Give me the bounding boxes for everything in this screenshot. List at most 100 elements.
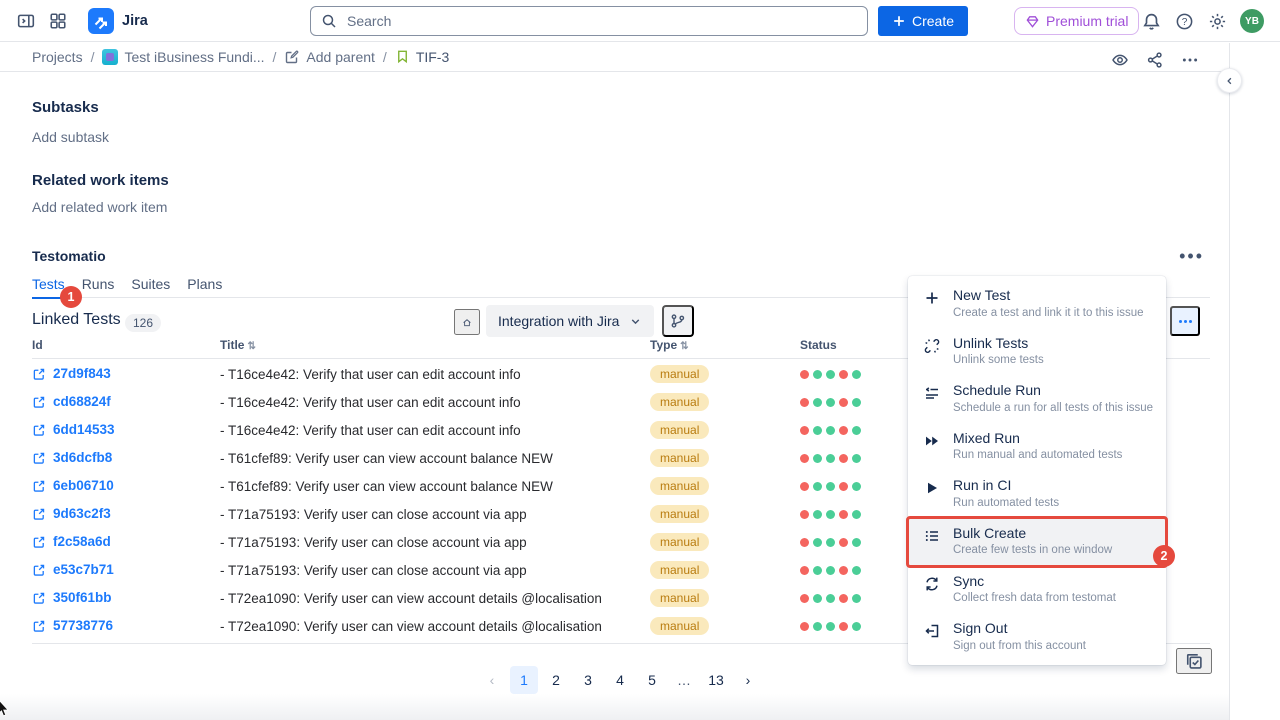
add-subtask-button[interactable]: Add subtask	[32, 129, 109, 145]
status-dots	[800, 482, 861, 491]
status-dot-fail	[800, 566, 809, 575]
test-title: - T71a75193: Verify user can close accou…	[220, 535, 527, 550]
test-id-link[interactable]: 3d6dcfb8	[32, 450, 112, 465]
pagination-page-2[interactable]: 2	[542, 666, 570, 694]
pagination-page-13[interactable]: 13	[702, 666, 730, 694]
add-related-item-button[interactable]: Add related work item	[32, 199, 167, 215]
jira-home-link[interactable]: Jira	[88, 8, 148, 34]
settings-gear-icon[interactable]	[1201, 5, 1233, 37]
menu-item-subtitle: Sign out from this account	[953, 638, 1086, 654]
tab-plans[interactable]: Plans	[187, 276, 222, 297]
menu-item-new-test[interactable]: New TestCreate a test and link it it to …	[908, 280, 1166, 328]
test-id-link[interactable]: cd68824f	[32, 394, 111, 409]
test-title: - T16ce4e42: Verify that user can edit a…	[220, 395, 521, 410]
tab-runs[interactable]: Runs	[82, 276, 115, 297]
watch-icon[interactable]	[1104, 44, 1136, 76]
diamond-icon	[1025, 14, 1040, 29]
status-dot-fail	[839, 370, 848, 379]
pagination-page-3[interactable]: 3	[574, 666, 602, 694]
right-panel-divider	[1229, 43, 1230, 720]
test-id-link[interactable]: 6dd14533	[32, 422, 115, 437]
breadcrumb-project[interactable]: Test iBusiness Fundi...	[102, 49, 264, 65]
menu-item-sign-out[interactable]: Sign OutSign out from this account	[908, 613, 1166, 661]
testomatio-more-icon[interactable]: •••	[1179, 246, 1204, 267]
help-icon[interactable]: ?	[1168, 5, 1200, 37]
status-dot-pass	[826, 622, 835, 631]
test-type-cell: manual	[650, 365, 709, 383]
create-button[interactable]: Create	[878, 6, 968, 36]
git-branch-icon[interactable]	[662, 305, 694, 337]
sort-icon: ⇅	[680, 341, 688, 352]
app-switcher-icon[interactable]	[42, 5, 74, 37]
menu-item-unlink-tests[interactable]: Unlink TestsUnlink some tests	[908, 328, 1166, 376]
status-dots	[800, 622, 861, 631]
status-dots	[800, 370, 861, 379]
add-parent-button[interactable]: Add parent	[284, 49, 375, 65]
breadcrumb-issue-key[interactable]: TIF-3	[395, 49, 449, 65]
linked-tests-more-button[interactable]	[1170, 306, 1200, 336]
bulk-check-icon[interactable]	[1176, 648, 1212, 674]
svg-text:?: ?	[1181, 17, 1187, 28]
menu-item-mixed-run[interactable]: Mixed RunRun manual and automated tests	[908, 423, 1166, 471]
status-dot-pass	[813, 510, 822, 519]
user-avatar[interactable]: YB	[1240, 9, 1264, 33]
test-id-link[interactable]: f2c58a6d	[32, 534, 111, 549]
status-dot-fail	[839, 426, 848, 435]
annotation-step-2: 2	[1153, 545, 1175, 567]
share-icon[interactable]	[1139, 44, 1171, 76]
column-header-title[interactable]: Title⇅	[220, 338, 256, 352]
notifications-icon[interactable]	[1135, 5, 1167, 37]
test-id-link[interactable]: 9d63c2f3	[32, 506, 111, 521]
menu-item-bulk-create[interactable]: Bulk CreateCreate few tests in one windo…	[908, 518, 1166, 566]
play-icon	[924, 477, 941, 496]
sidebar-toggle-icon[interactable]	[10, 5, 42, 37]
global-search[interactable]	[310, 6, 868, 36]
test-type-cell: manual	[650, 393, 709, 411]
status-dot-pass	[826, 454, 835, 463]
search-input[interactable]	[345, 12, 857, 30]
pagination-page-4[interactable]: 4	[606, 666, 634, 694]
status-dot-fail	[839, 594, 848, 603]
menu-item-title: Unlink Tests	[953, 335, 1044, 353]
project-avatar-icon	[102, 49, 118, 65]
menu-item-sync[interactable]: SyncCollect fresh data from testomat	[908, 566, 1166, 614]
pagination-page-5[interactable]: 5	[638, 666, 666, 694]
testomatio-actions-menu: New TestCreate a test and link it it to …	[908, 276, 1166, 665]
external-link-icon	[32, 395, 46, 409]
status-dot-fail	[839, 398, 848, 407]
type-badge: manual	[650, 449, 709, 467]
menu-item-title: Sync	[953, 573, 1116, 591]
fast-forward-icon	[924, 430, 941, 449]
pagination-page-1[interactable]: 1	[510, 666, 538, 694]
more-actions-icon[interactable]	[1174, 44, 1206, 76]
status-dot-pass	[826, 510, 835, 519]
status-dot-fail	[839, 566, 848, 575]
pagination-prev[interactable]: ‹	[478, 666, 506, 694]
status-dot-pass	[813, 398, 822, 407]
type-badge: manual	[650, 365, 709, 383]
test-id-link[interactable]: 350f61bb	[32, 590, 112, 605]
edit-icon	[284, 49, 300, 65]
collapse-panel-button[interactable]	[1217, 68, 1242, 93]
menu-item-title: Schedule Run	[953, 382, 1153, 400]
column-header-type[interactable]: Type⇅	[650, 338, 689, 352]
pagination-next[interactable]: ›	[734, 666, 762, 694]
test-id-link[interactable]: 6eb06710	[32, 478, 114, 493]
test-id-link[interactable]: e53c7b71	[32, 562, 114, 577]
menu-item-subtitle: Create a test and link it it to this iss…	[953, 305, 1143, 321]
test-title: - T72ea1090: Verify user can view accoun…	[220, 619, 602, 634]
jira-logo-icon	[88, 8, 114, 34]
tab-suites[interactable]: Suites	[131, 276, 170, 297]
breadcrumb-projects[interactable]: Projects	[32, 49, 83, 65]
menu-item-run-in-ci[interactable]: Run in CIRun automated tests	[908, 470, 1166, 518]
test-id-link[interactable]: 27d9f843	[32, 366, 111, 381]
menu-item-schedule-run[interactable]: Schedule RunSchedule a run for all tests…	[908, 375, 1166, 423]
test-title: - T61cfef89: Verify user can view accoun…	[220, 479, 553, 494]
premium-trial-button[interactable]: Premium trial	[1014, 7, 1139, 35]
home-icon[interactable]	[454, 309, 480, 335]
status-dot-pass	[852, 538, 861, 547]
search-icon	[321, 13, 337, 29]
test-id-link[interactable]: 57738776	[32, 618, 113, 633]
branch-select[interactable]: Integration with Jira	[486, 305, 654, 337]
test-type-cell: manual	[650, 589, 709, 607]
